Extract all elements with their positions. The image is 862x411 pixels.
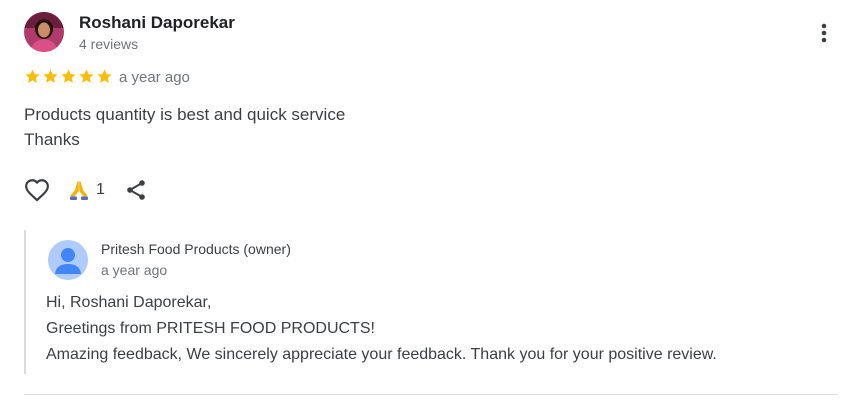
star-icon bbox=[61, 69, 76, 83]
review-divider bbox=[24, 394, 838, 395]
owner-reply-time: a year ago bbox=[101, 262, 168, 278]
share-button[interactable] bbox=[124, 178, 148, 202]
person-icon bbox=[55, 248, 81, 274]
review-text-line: Products quantity is best and quick serv… bbox=[24, 105, 346, 124]
more-vert-icon bbox=[821, 23, 827, 43]
heart-outline-icon bbox=[25, 179, 49, 202]
praise-count: 1 bbox=[96, 181, 105, 198]
praise-button[interactable]: 1 bbox=[68, 179, 105, 201]
owner-reply-line: Amazing feedback, We sincerely appreciat… bbox=[46, 346, 717, 363]
folded-hands-icon bbox=[70, 181, 88, 200]
like-button[interactable] bbox=[24, 177, 50, 203]
review-card: Roshani Daporekar 4 reviews a year ago P… bbox=[0, 0, 862, 411]
reviewer-avatar[interactable] bbox=[24, 12, 64, 52]
star-icon bbox=[79, 69, 94, 83]
owner-reply-line: Hi, Roshani Daporekar, bbox=[46, 294, 212, 311]
review-text-line: Thanks bbox=[24, 130, 80, 149]
owner-reply-text: Hi, Roshani Daporekar, Greetings from PR… bbox=[46, 290, 717, 368]
star-icon bbox=[97, 69, 112, 83]
share-icon bbox=[127, 180, 145, 200]
review-text: Products quantity is best and quick serv… bbox=[24, 102, 345, 152]
star-rating bbox=[24, 68, 114, 85]
owner-name: Pritesh Food Products (owner) bbox=[101, 241, 291, 257]
more-options-button[interactable] bbox=[810, 18, 838, 50]
star-icon bbox=[43, 69, 58, 83]
review-time: a year ago bbox=[119, 69, 190, 86]
owner-avatar bbox=[48, 240, 88, 280]
reviewer-name[interactable]: Roshani Daporekar bbox=[79, 13, 235, 33]
reviewer-review-count: 4 reviews bbox=[79, 36, 139, 52]
owner-reply: Pritesh Food Products (owner) a year ago… bbox=[24, 230, 826, 374]
star-icon bbox=[25, 69, 40, 83]
owner-reply-line: Greetings from PRITESH FOOD PRODUCTS! bbox=[46, 320, 375, 337]
